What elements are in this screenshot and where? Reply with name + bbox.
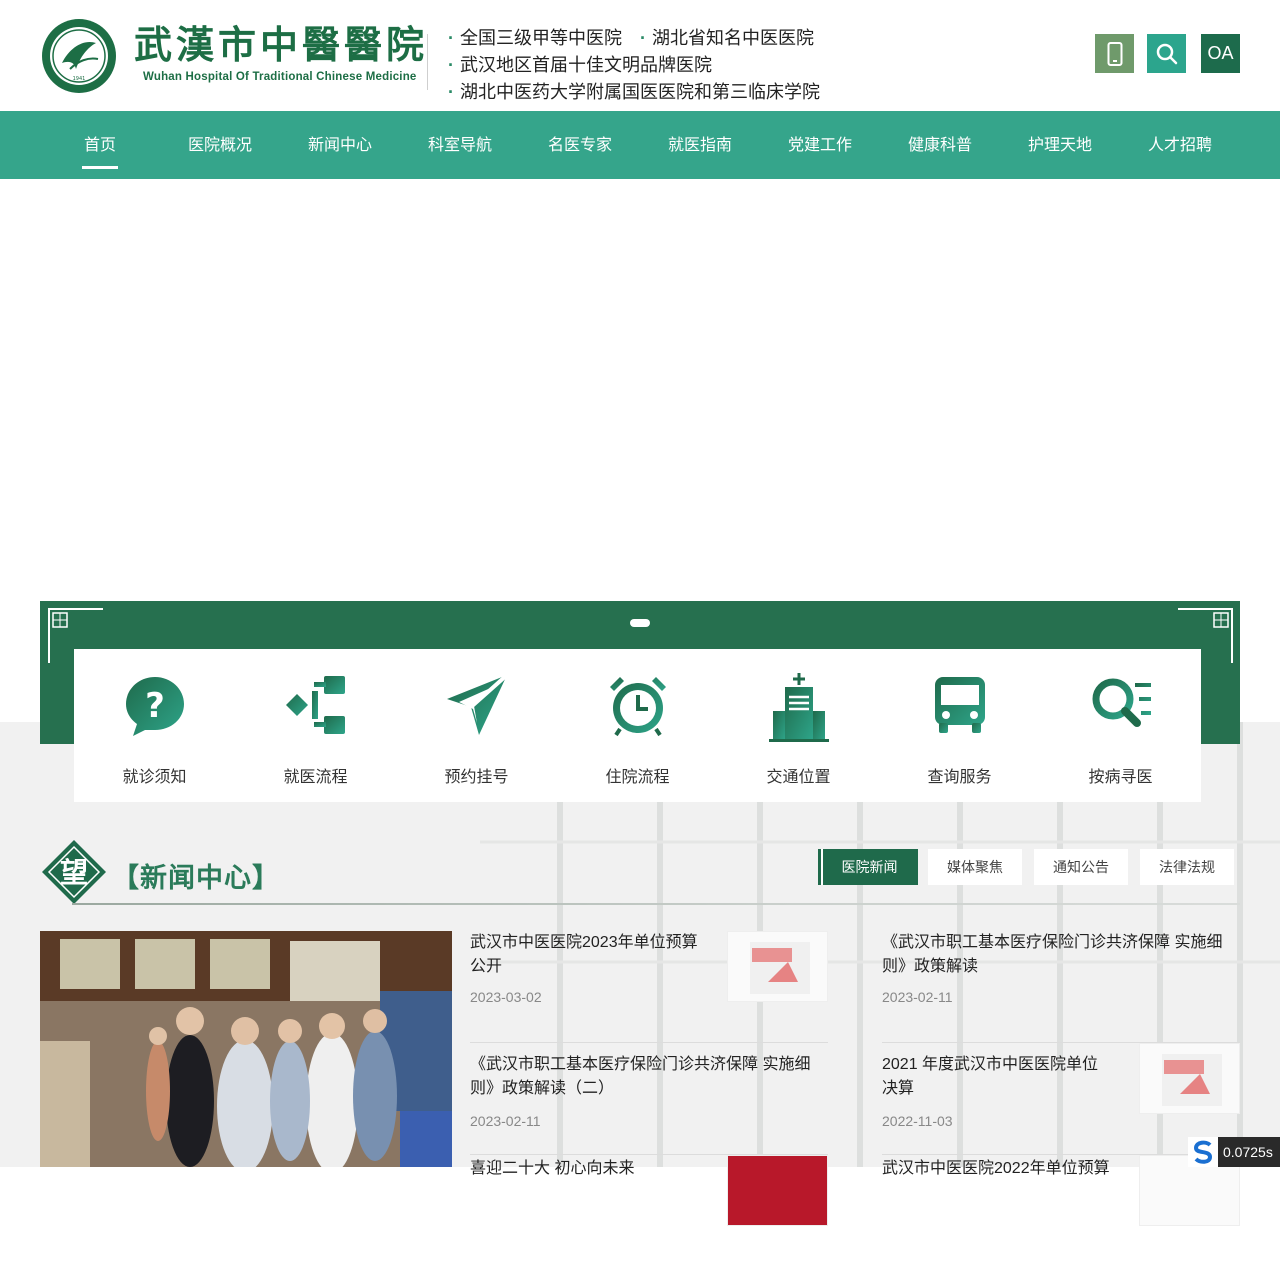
header-divider xyxy=(427,34,428,90)
news-thumbnail[interactable] xyxy=(1139,1043,1240,1114)
site-header: 1941 武漢市中醫醫院 Wuhan Hospital Of Tradition… xyxy=(0,0,1280,111)
tab-laws[interactable]: 法律法规 xyxy=(1140,849,1234,885)
load-timer: 0.0725s xyxy=(1188,1137,1280,1167)
nav-item-experts[interactable]: 名医专家 xyxy=(520,111,640,179)
pdf-icon xyxy=(750,942,810,994)
slogan-item: 湖北省知名中医医院 xyxy=(652,28,814,48)
slogan-item: 全国三级甲等中医院 xyxy=(460,28,622,48)
nav-item-nursing[interactable]: 护理天地 xyxy=(1000,111,1120,179)
svg-text:?: ? xyxy=(145,686,165,726)
news-title[interactable]: 武汉市中医医院2023年单位预算公开 xyxy=(470,931,700,979)
news-title[interactable]: 《武汉市职工基本医疗保险门诊共济保障 实施细则》政策解读（二） xyxy=(470,1053,820,1101)
oa-button[interactable]: OA xyxy=(1201,34,1240,73)
quick-item-process[interactable]: 就医流程 xyxy=(235,649,396,802)
news-item[interactable]: 《武汉市职工基本医疗保险门诊共济保障 实施细则》政策解读 2023-02-11 xyxy=(882,931,1240,1043)
news-item[interactable]: 喜迎二十大 初心向未来 xyxy=(470,1155,828,1267)
question-icon: ? xyxy=(125,677,184,736)
mobile-site-button[interactable] xyxy=(1095,34,1134,73)
nav-item-party[interactable]: 党建工作 xyxy=(760,111,880,179)
nav-item-health[interactable]: 健康科普 xyxy=(880,111,1000,179)
tab-hospital-news[interactable]: 医院新闻 xyxy=(818,849,918,885)
load-time-text: 0.0725s xyxy=(1223,1144,1273,1160)
quick-item-appointment[interactable]: 预约挂号 xyxy=(396,649,557,802)
quick-links: ? 就诊须知 就医流程 预约挂号 住院流程 交通位置 查询服务 按病寻医 xyxy=(74,649,1201,802)
news-thumbnail[interactable] xyxy=(727,931,828,1002)
tab-notices[interactable]: 通知公告 xyxy=(1034,849,1128,885)
quick-item-inpatient[interactable]: 住院流程 xyxy=(557,649,718,802)
tab-media-focus[interactable]: 媒体聚焦 xyxy=(928,849,1022,885)
news-title[interactable]: 《武汉市职工基本医疗保险门诊共济保障 实施细则》政策解读 xyxy=(882,931,1232,979)
nav-item-guide[interactable]: 就医指南 xyxy=(640,111,760,179)
news-item[interactable]: 2021 年度武汉市中医医院单位决算 2022-11-03 xyxy=(882,1043,1240,1155)
search-button[interactable] xyxy=(1147,34,1186,73)
phone-icon xyxy=(1107,41,1122,66)
nav-item-news[interactable]: 新闻中心 xyxy=(280,111,400,179)
news-photo-image xyxy=(40,931,452,1167)
paper-plane-icon xyxy=(446,673,508,735)
slogan-item: 武汉地区首届十佳文明品牌医院 xyxy=(460,55,712,75)
section-divider xyxy=(72,903,1240,905)
nav-item-overview[interactable]: 医院概况 xyxy=(160,111,280,179)
sogou-logo-icon xyxy=(1188,1137,1218,1167)
slider-dot[interactable] xyxy=(630,619,650,627)
news-title[interactable]: 武汉市中医医院2022年单位预算 xyxy=(882,1157,1112,1181)
search-icon xyxy=(1156,43,1177,64)
news-title[interactable]: 喜迎二十大 初心向未来 xyxy=(470,1157,700,1181)
quick-label: 按病寻医 xyxy=(1088,769,1153,786)
bus-icon xyxy=(934,677,985,733)
news-item[interactable]: 《武汉市职工基本医疗保险门诊共济保障 实施细则》政策解读（二） 2023-02-… xyxy=(470,1043,828,1155)
nav-item-recruit[interactable]: 人才招聘 xyxy=(1120,111,1240,179)
quick-item-query[interactable]: 查询服务 xyxy=(879,649,1040,802)
building-icon xyxy=(768,673,829,742)
logo-chinese-name[interactable]: 武漢市中醫醫院 xyxy=(134,22,428,68)
news-date: 2023-02-11 xyxy=(470,1113,541,1129)
banner-slider[interactable] xyxy=(0,179,1280,601)
quick-item-visit-notice[interactable]: ? 就诊须知 xyxy=(74,649,235,802)
quick-label: 查询服务 xyxy=(927,769,992,786)
quick-item-find-doctor[interactable]: 按病寻医 xyxy=(1040,649,1201,802)
quick-label: 交通位置 xyxy=(766,769,831,786)
news-thumbnail[interactable] xyxy=(727,1155,828,1226)
news-feature-photo[interactable] xyxy=(40,931,452,1167)
quick-item-location[interactable]: 交通位置 xyxy=(718,649,879,802)
hospital-emblem-icon[interactable]: 1941 xyxy=(40,17,118,95)
pdf-icon xyxy=(1162,1054,1222,1106)
logo-english-name[interactable]: Wuhan Hospital Of Traditional Chinese Me… xyxy=(143,71,417,83)
news-date: 2023-03-02 xyxy=(470,989,542,1005)
news-item[interactable]: 武汉市中医医院2022年单位预算 xyxy=(882,1155,1240,1267)
news-section-title: 【新闻中心】 xyxy=(112,863,280,893)
flow-icon xyxy=(285,676,345,734)
svg-text:1941: 1941 xyxy=(73,76,86,82)
news-section-badge-icon: 望 xyxy=(42,840,106,904)
main-nav: 首页 医院概况 新闻中心 科室导航 名医专家 就医指南 党建工作 健康科普 护理… xyxy=(0,111,1280,179)
quick-label: 住院流程 xyxy=(605,769,670,786)
hospital-slogans: · 全国三级甲等中医院 · 湖北省知名中医医院 · 武汉地区首届十佳文明品牌医院 · 湖北… xyxy=(448,28,820,102)
nav-item-departments[interactable]: 科室导航 xyxy=(400,111,520,179)
news-title[interactable]: 2021 年度武汉市中医医院单位决算 xyxy=(882,1053,1112,1101)
search-list-icon xyxy=(1092,678,1151,727)
alarm-clock-icon xyxy=(609,677,666,737)
quick-label: 预约挂号 xyxy=(444,769,509,786)
section-badge-text: 望 xyxy=(60,856,88,889)
quick-label: 就诊须知 xyxy=(122,769,187,786)
slogan-item: 湖北中医药大学附属国医医院和第三临床学院 xyxy=(460,82,820,102)
news-date: 2023-02-11 xyxy=(882,989,953,1005)
news-date: 2022-11-03 xyxy=(882,1113,953,1129)
nav-item-home[interactable]: 首页 xyxy=(40,111,160,179)
quick-label: 就医流程 xyxy=(283,769,348,786)
news-item[interactable]: 武汉市中医医院2023年单位预算公开 2023-03-02 xyxy=(470,931,828,1043)
